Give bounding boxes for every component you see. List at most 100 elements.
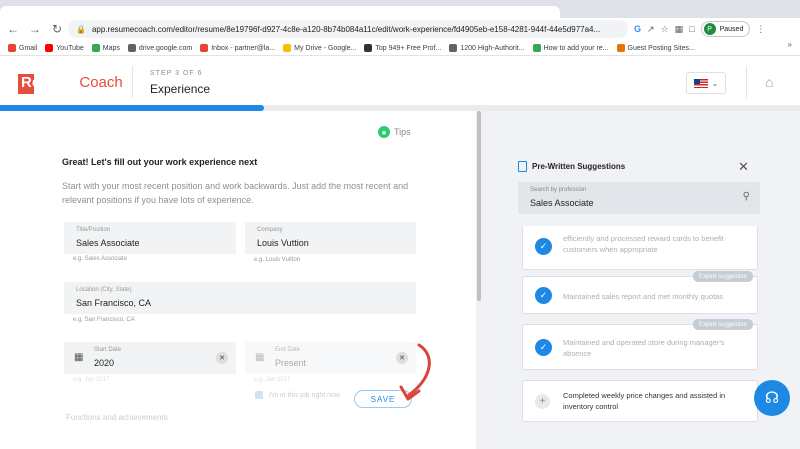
bookmark-favicon-icon — [127, 44, 136, 52]
bookmark-item[interactable]: 1200 High-Authorit... — [449, 44, 525, 52]
language-select[interactable]: ⌄ — [686, 72, 726, 94]
logo-resume: Resume — [21, 74, 80, 91]
header-divider — [132, 66, 133, 98]
bookmark-item[interactable]: Gmail — [8, 44, 37, 52]
functions-heading: Functions and achievements — [66, 413, 168, 422]
tips-label: Tips — [394, 127, 411, 137]
current-job-checkbox[interactable] — [255, 391, 263, 399]
suggestion-text: Completed weekly price changes and assis… — [563, 391, 726, 411]
bookmark-item[interactable]: My Drive - Google... — [283, 44, 356, 52]
plus-icon[interactable]: + — [535, 394, 550, 409]
bookmark-favicon-icon — [45, 44, 54, 52]
reload-icon[interactable]: ↻ — [48, 20, 66, 38]
share-icon[interactable]: ↗ — [647, 24, 655, 35]
step-indicator: STEP 3 OF 6 — [150, 70, 203, 77]
bookmark-item[interactable]: Top 949+ Free Prof... — [364, 44, 441, 52]
close-icon[interactable]: ✕ — [738, 159, 749, 175]
bookmark-label: Top 949+ Free Prof... — [375, 44, 442, 52]
bookmark-item[interactable]: How to add your re... — [532, 44, 609, 52]
title-field[interactable]: Title/Position Sales Associate — [64, 222, 236, 254]
lightbulb-icon: ● — [378, 126, 390, 138]
company-field[interactable]: Company Louis Vuttion — [245, 222, 416, 254]
puzzle-icon[interactable]: ▦ — [675, 24, 684, 35]
suggestion-card[interactable]: ✓ efficiently and processed reward cards… — [522, 226, 758, 270]
url-text: app.resumecoach.com/editor/resume/8e1979… — [91, 24, 601, 34]
bookmark-favicon-icon — [364, 44, 373, 52]
support-headset-icon[interactable]: ☊ — [754, 380, 790, 416]
suggestions-panel: Pre-Written Suggestions ✕ Search by prof… — [482, 111, 800, 449]
location-hint: e.g. San Francisco, CA — [73, 317, 135, 323]
end-date-field[interactable]: ▦ End Date Present ✕ — [245, 342, 416, 374]
address-bar[interactable]: 🔒 app.resumecoach.com/editor/resume/8e19… — [68, 20, 628, 38]
company-value: Louis Vuttion — [257, 238, 309, 248]
screen: ← → ↻ 🔒 app.resumecoach.com/editor/resum… — [0, 0, 800, 449]
profession-search[interactable]: Search by profession Sales Associate ⚲ — [518, 182, 760, 214]
search-icon[interactable]: ⚲ — [743, 191, 750, 202]
header-divider-right — [746, 66, 747, 98]
browser-chrome: ← → ↻ 🔒 app.resumecoach.com/editor/resum… — [0, 0, 800, 56]
bookmark-item[interactable]: Maps — [91, 44, 120, 52]
logo-coach: Coach — [79, 74, 123, 91]
bookmark-favicon-icon — [91, 44, 100, 52]
bookmark-item[interactable]: drive.google.com — [127, 44, 192, 52]
suggestion-text: Maintained and operated store during man… — [563, 338, 725, 358]
bookmark-item[interactable]: Guest Posting Sites... — [616, 44, 695, 52]
bookmarks-more-icon[interactable]: » — [788, 40, 792, 49]
suggestion-card[interactable]: Expert suggestion ✓ Maintained sales rep… — [522, 271, 758, 314]
location-label: Location (City, State) — [76, 287, 132, 293]
menu-icon[interactable]: ⋮ — [756, 24, 765, 35]
location-field[interactable]: Location (City, State) San Francisco, CA — [64, 282, 416, 314]
suggestion-card[interactable]: + Completed weekly price changes and ass… — [522, 380, 758, 422]
active-tab[interactable] — [0, 6, 560, 18]
annotation-arrow-icon — [399, 343, 431, 401]
end-date-value: Present — [275, 358, 307, 368]
title-hint: e.g. Sales Associate — [73, 256, 128, 262]
address-row: ← → ↻ 🔒 app.resumecoach.com/editor/resum… — [0, 18, 800, 40]
suggestion-text: Maintained sales report and met monthly … — [563, 292, 724, 301]
title-label: Title/Position — [76, 227, 111, 233]
back-icon[interactable]: ← — [4, 20, 22, 38]
start-date-field[interactable]: ▦ Start Date 2020 ✕ — [64, 342, 236, 374]
sidepanel-icon[interactable]: □ — [689, 24, 694, 34]
check-icon[interactable]: ✓ — [535, 238, 552, 255]
home-icon[interactable]: ⌂ — [765, 74, 773, 90]
start-date-value: 2020 — [94, 358, 115, 368]
us-flag-icon — [693, 78, 708, 88]
suggestion-card[interactable]: Expert suggestion ✓ Maintained and opera… — [522, 319, 758, 370]
bookmark-label: YouTube — [56, 44, 84, 52]
bookmark-label: 1200 High-Authorit... — [460, 44, 525, 52]
bookmark-favicon-icon — [532, 44, 541, 52]
bookmark-item[interactable]: YouTube — [45, 44, 84, 52]
current-job-row[interactable]: I'm in this job right now — [255, 391, 340, 399]
intro-text: Start with your most recent position and… — [62, 181, 409, 205]
bookmark-label: My Drive - Google... — [294, 44, 357, 52]
clear-icon[interactable]: ✕ — [216, 352, 228, 364]
profile-button[interactable]: P Paused — [700, 21, 751, 37]
expert-badge: Expert suggestion — [692, 319, 753, 330]
scrollbar-thumb[interactable] — [477, 111, 481, 301]
bookmark-item[interactable]: Inbox - partner@la... — [200, 44, 275, 52]
end-date-hint: e.g. Jan 2017 — [254, 377, 291, 383]
end-date-label: End Date — [275, 347, 301, 353]
bookmark-label: Inbox - partner@la... — [211, 44, 276, 52]
experience-form: ● Tips Great! Let's fill out your work e… — [0, 111, 476, 449]
suggestion-text: efficiently and processed reward cards t… — [563, 234, 724, 254]
avatar: P — [703, 23, 716, 35]
star-icon[interactable]: ☆ — [661, 24, 669, 35]
profile-status: Paused — [719, 25, 744, 33]
suggestions-title: Pre-Written Suggestions — [532, 162, 626, 171]
google-icon[interactable]: G — [634, 24, 641, 34]
bookmark-favicon-icon — [200, 44, 209, 52]
app-header: ResumeCoach STEP 3 OF 6 Experience ⌄ ⌂ — [0, 56, 800, 106]
search-value: Sales Associate — [530, 198, 594, 208]
forward-icon[interactable]: → — [26, 20, 44, 38]
start-date-label: Start Date — [94, 347, 122, 353]
lock-icon: 🔒 — [76, 24, 86, 34]
company-hint: e.g. Louis Vuitton — [254, 257, 301, 263]
tips-button[interactable]: ● Tips — [378, 126, 411, 138]
bookmark-favicon-icon — [283, 44, 292, 52]
check-icon[interactable]: ✓ — [535, 339, 552, 356]
logo[interactable]: ResumeCoach — [18, 74, 123, 94]
check-icon[interactable]: ✓ — [535, 287, 552, 304]
bookmark-label: Maps — [102, 44, 120, 52]
